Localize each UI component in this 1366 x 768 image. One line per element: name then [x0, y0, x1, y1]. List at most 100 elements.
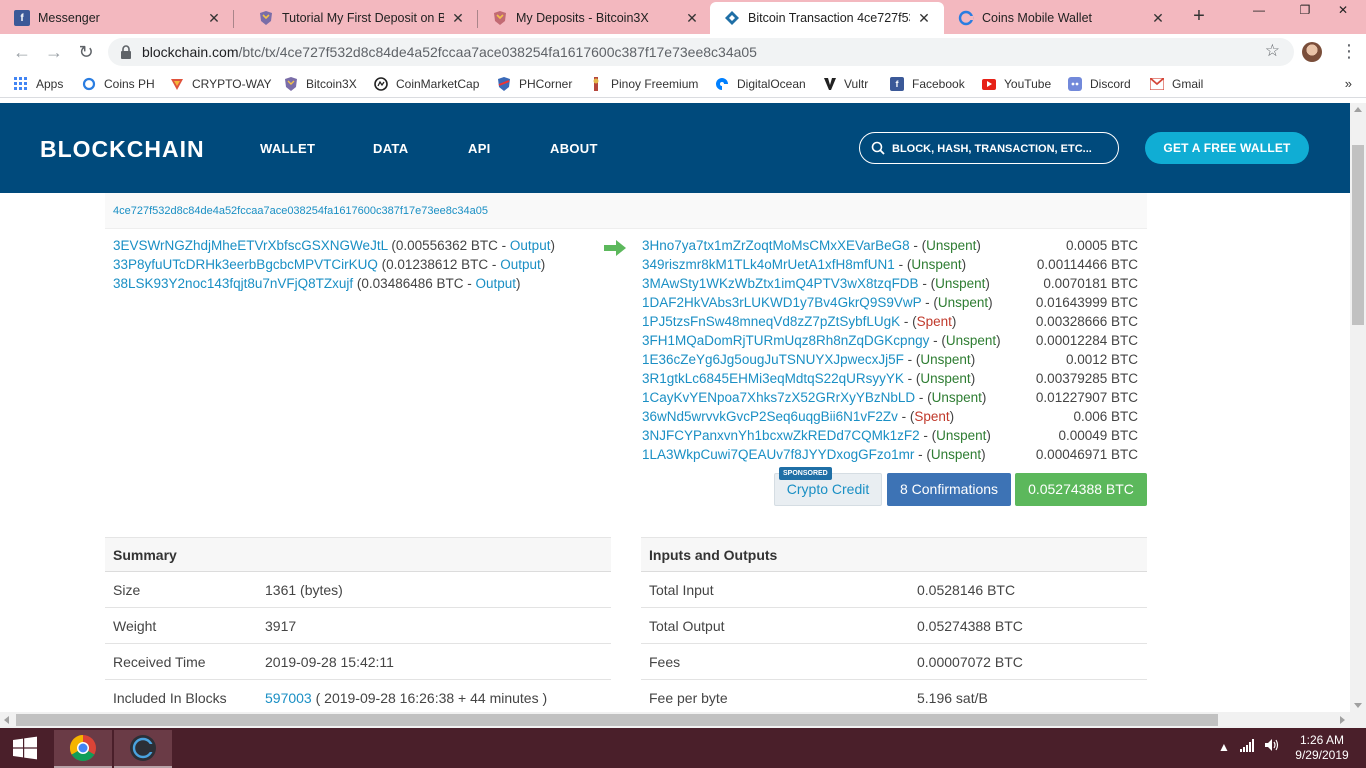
browser-menu-icon[interactable]: ⋮ [1340, 40, 1358, 64]
output-row: 1PJ5tzsFnSw48mneqVd8zZ7pZtSybfLUgK - (Sp… [642, 314, 1138, 329]
bookmark-vultr[interactable]: Vultr [824, 76, 868, 92]
tab-close-icon[interactable]: ✕ [1150, 10, 1166, 27]
bitcoin3x-icon [492, 10, 508, 26]
bitcoin3x-icon [284, 77, 298, 91]
output-row: 1LA3WkpCuwi7QEAUv7f8JYYDxogGFzo1mr - (Un… [642, 447, 1138, 462]
arrow-right-icon [604, 240, 626, 256]
tab-close-icon[interactable]: ✕ [450, 10, 466, 27]
close-window-button[interactable]: ✕ [1320, 0, 1366, 22]
bookmark-facebook[interactable]: f Facebook [890, 76, 965, 92]
bookmark-pinoy-freemium[interactable]: Pinoy Freemium [589, 76, 698, 92]
input-address-link[interactable]: 33P8yfuUTcDRHk3eerbBgcbcMPVTCirKUQ [113, 257, 378, 272]
output-address-link[interactable]: 1DAF2HkVAbs3rLUKWD1y7Bv4GkrQ9S9VwP [642, 295, 921, 310]
output-address-link[interactable]: 3Hno7ya7tx1mZrZoqtMoMsCMxXEVarBeG8 [642, 238, 910, 253]
tab-messenger[interactable]: f Messenger ✕ [0, 2, 234, 34]
scroll-thumb[interactable] [1352, 145, 1364, 325]
confirmations-button[interactable]: 8 Confirmations [887, 473, 1011, 506]
bookmark-phcorner[interactable]: PHCorner [497, 76, 572, 92]
total-amount-button[interactable]: 0.05274388 BTC [1015, 473, 1147, 506]
output-link[interactable]: Output [476, 276, 517, 291]
transaction-hash-link[interactable]: 4ce727f532d8c84de4a52fccaa7ace038254fa16… [113, 205, 488, 217]
show-hidden-icons[interactable]: ▲ [1218, 740, 1230, 754]
output-row: 1DAF2HkVAbs3rLUKWD1y7Bv4GkrQ9S9VwP - (Un… [642, 295, 1138, 310]
bookmark-coins-ph[interactable]: Coins PH [82, 76, 155, 92]
output-address-link[interactable]: 3NJFCYPanxvnYh1bcxwZkREDd7CQMk1zF2 [642, 428, 920, 443]
output-amount: 0.00379285 BTC [1035, 371, 1138, 386]
bookmark-digitalocean[interactable]: DigitalOcean [715, 76, 806, 92]
site-search[interactable] [859, 132, 1119, 164]
io-row: Fees 0.00007072 BTC [641, 644, 1147, 680]
tab-tutorial[interactable]: Tutorial My First Deposit on Bitc ✕ [244, 2, 478, 34]
forward-button[interactable]: → [42, 40, 66, 64]
system-clock[interactable]: 1:26 AM 9/29/2019 [1286, 733, 1358, 763]
facebook-icon: f [890, 77, 904, 91]
output-amount: 0.01227907 BTC [1035, 390, 1138, 405]
inputs-outputs-panel: Inputs and Outputs Total Input 0.0528146… [641, 537, 1147, 712]
output-address-link[interactable]: 1PJ5tzsFnSw48mneqVd8zZ7pZtSybfLUgK [642, 314, 900, 329]
chrome-icon [69, 734, 96, 762]
nav-wallet[interactable]: WALLET [260, 141, 315, 156]
block-link[interactable]: 597003 [265, 690, 312, 706]
bookmark-gmail[interactable]: Gmail [1150, 76, 1203, 92]
nav-data[interactable]: DATA [373, 141, 408, 156]
output-link[interactable]: Output [510, 238, 551, 253]
minimize-button[interactable]: — [1236, 0, 1282, 22]
tab-coins-wallet[interactable]: Coins Mobile Wallet ✕ [944, 2, 1178, 34]
scroll-left-icon[interactable] [4, 716, 9, 724]
profile-avatar[interactable] [1302, 42, 1322, 62]
scroll-down-icon[interactable] [1354, 703, 1362, 708]
input-row: 38LSK93Y2noc143fqjt8u7nVFjQ8TZxujf (0.03… [113, 276, 521, 291]
input-address-link[interactable]: 3EVSWrNGZhdjMheETVrXbfscGSXNGWeJtL [113, 238, 388, 253]
volume-icon[interactable] [1264, 738, 1280, 755]
get-free-wallet-button[interactable]: GET A FREE WALLET [1145, 132, 1309, 164]
scroll-right-icon[interactable] [1340, 716, 1345, 724]
taskbar-app-2[interactable] [114, 730, 172, 768]
bookmark-star-icon[interactable]: ☆ [1265, 41, 1280, 61]
tab-close-icon[interactable]: ✕ [916, 10, 932, 27]
output-address-link[interactable]: 3MAwSty1WKzWbZtx1imQ4PTV3wX8tzqFDB [642, 276, 919, 291]
output-address-link[interactable]: 36wNd5wrvvkGvcP2Seq6uqgBii6N1vF2Zv [642, 409, 898, 424]
address-bar[interactable]: blockchain.com/btc/tx/4ce727f532d8c84de4… [108, 38, 1294, 66]
bookmark-apps[interactable]: Apps [14, 76, 63, 92]
output-address-link[interactable]: 1E36cZeYg6Jg5ougJuTSNUYXJpwecxJj5F [642, 352, 904, 367]
output-address-link[interactable]: 349riszmr8kM1TLk4oMrUetA1xfH8mfUN1 [642, 257, 895, 272]
phcorner-icon [497, 77, 511, 91]
search-input[interactable] [892, 140, 1112, 158]
transaction-hash-bar: 4ce727f532d8c84de4a52fccaa7ace038254fa16… [105, 193, 1147, 229]
bookmark-coinmarketcap[interactable]: CoinMarketCap [374, 76, 479, 92]
output-address-link[interactable]: 3FH1MQaDomRjTURmUqz8Rh8nZqDGKcpngy [642, 333, 929, 348]
output-address-link[interactable]: 3R1gtkLc6845EHMi3eqMdtqS22qURsyyYK [642, 371, 904, 386]
horizontal-scrollbar[interactable] [0, 712, 1366, 728]
output-address-link[interactable]: 1LA3WkpCuwi7QEAUv7f8JYYDxogGFzo1mr [642, 447, 914, 462]
summary-title: Summary [105, 537, 611, 572]
input-address-link[interactable]: 38LSK93Y2noc143fqjt8u7nVFjQ8TZxujf [113, 276, 353, 291]
bookmark-bitcoin3x[interactable]: Bitcoin3X [284, 76, 357, 92]
url-text[interactable]: blockchain.com/btc/tx/4ce727f532d8c84de4… [142, 44, 757, 60]
start-button[interactable] [0, 728, 50, 768]
taskbar-chrome[interactable] [54, 730, 112, 768]
reload-button[interactable]: ↻ [74, 40, 98, 64]
scroll-up-icon[interactable] [1354, 107, 1362, 112]
io-row: Total Output 0.05274388 BTC [641, 608, 1147, 644]
back-button[interactable]: ← [10, 40, 34, 64]
tab-my-deposits[interactable]: My Deposits - Bitcoin3X ✕ [478, 2, 712, 34]
bookmark-discord[interactable]: Discord [1068, 76, 1131, 92]
tab-close-icon[interactable]: ✕ [684, 10, 700, 27]
output-link[interactable]: Output [500, 257, 541, 272]
new-tab-button[interactable]: + [1188, 6, 1210, 28]
bookmark-crypto-way[interactable]: CRYPTO-WAY [170, 76, 272, 92]
app-logo-icon [130, 735, 156, 761]
bookmarks-more-button[interactable]: » [1345, 76, 1352, 91]
site-logo[interactable]: BLOCKCHAIN [40, 136, 205, 163]
pinoy-freemium-icon [589, 77, 603, 91]
bookmark-youtube[interactable]: YouTube [982, 76, 1051, 92]
output-address-link[interactable]: 1CayKvYENpoa7Xhks7zX52GRrXyYBzNbLD [642, 390, 915, 405]
vertical-scrollbar[interactable] [1350, 103, 1366, 712]
nav-about[interactable]: ABOUT [550, 141, 598, 156]
nav-api[interactable]: API [468, 141, 491, 156]
output-row: 3MAwSty1WKzWbZtx1imQ4PTV3wX8tzqFDB - (Un… [642, 276, 1138, 291]
tab-bitcoin-transaction[interactable]: Bitcoin Transaction 4ce727f532c ✕ [710, 2, 944, 34]
scroll-thumb[interactable] [16, 714, 1218, 726]
network-icon[interactable] [1240, 738, 1256, 755]
tab-close-icon[interactable]: ✕ [206, 10, 222, 27]
